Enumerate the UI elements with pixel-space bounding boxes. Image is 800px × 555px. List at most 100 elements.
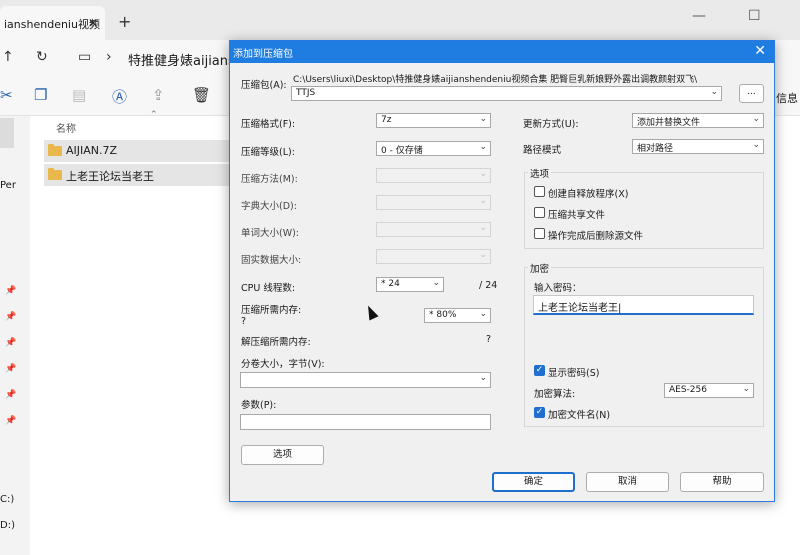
level-value: 0 - 仅存储 — [381, 146, 423, 156]
delete-after-label[interactable]: 操作完成后删除源文件 — [548, 228, 643, 242]
column-header-name[interactable]: 名称 — [56, 120, 76, 135]
close-icon[interactable]: ✕ — [754, 43, 766, 59]
pin-icon: 📌 — [5, 416, 17, 426]
decompress-memory-value: ? — [486, 334, 492, 345]
cancel-button[interactable]: 取消 — [586, 472, 669, 492]
show-password-label[interactable]: 显示密码(S) — [548, 365, 599, 379]
encryption-group-title: 加密 — [528, 261, 552, 275]
explorer-titlebar: ianshendeniu视频 ✕ + — ☐ — [0, 0, 800, 40]
new-tab-button[interactable]: + — [118, 12, 131, 31]
memory-usage-value: * 80% — [429, 310, 457, 320]
shared-files-checkbox[interactable] — [534, 207, 545, 218]
file-name: 上老王论坛当老王 — [66, 170, 154, 183]
folder-icon — [48, 168, 62, 180]
parameters-label: 参数(P): — [241, 400, 277, 411]
encryption-method-select[interactable]: AES-256 ⌄ — [664, 383, 754, 398]
cut-icon[interactable]: ✂ — [0, 86, 13, 104]
shared-files-label[interactable]: 压缩共享文件 — [548, 207, 605, 221]
copy-icon[interactable]: ❐ — [34, 86, 47, 104]
share-icon[interactable]: ⇪ — [152, 86, 165, 104]
update-mode-label: 更新方式(U): — [523, 119, 579, 130]
ok-button[interactable]: 确定 — [492, 472, 575, 492]
refresh-icon[interactable]: ↻ — [36, 49, 48, 65]
paste-icon[interactable]: ▤ — [72, 86, 86, 104]
nav-selected-item[interactable] — [0, 118, 14, 148]
chevron-down-icon: ⌄ — [479, 223, 487, 233]
minimize-button[interactable]: — — [692, 8, 706, 24]
arrow-up-icon[interactable]: ↑ — [2, 49, 14, 65]
browse-button[interactable]: ... — [739, 84, 764, 103]
archive-name-value: TTJS — [296, 88, 316, 98]
encrypt-names-label[interactable]: 加密文件名(N) — [548, 407, 610, 421]
chevron-down-icon: ⌄ — [479, 196, 487, 206]
add-to-archive-dialog: 添加到压缩包 ✕ 压缩包(A): C:\Users\liuxi\Desktop\… — [229, 40, 775, 502]
chevron-down-icon: ⌄ — [742, 384, 750, 394]
format-label: 压缩格式(F): — [241, 119, 296, 130]
level-select[interactable]: 0 - 仅存储 ⌄ — [376, 141, 491, 156]
options-button[interactable]: 选项 — [241, 445, 324, 465]
solid-size-label: 固实数据大小: — [241, 255, 302, 266]
chevron-down-icon: ⌄ — [479, 114, 487, 124]
path-mode-select[interactable]: 相对路径 ⌄ — [632, 139, 764, 154]
cpu-threads-label: CPU 线程数: — [241, 283, 296, 294]
update-mode-select[interactable]: 添加并替换文件 ⌄ — [632, 113, 764, 128]
explorer-tab[interactable]: ianshendeniu视频 ✕ — [0, 6, 105, 40]
method-label: 压缩方法(M): — [241, 174, 298, 185]
word-size-select[interactable]: ⌄ — [376, 222, 491, 237]
memory-usage-select[interactable]: * 80% ⌄ — [424, 308, 491, 323]
cpu-threads-value: * 24 — [381, 279, 400, 289]
path-mode-value: 相对路径 — [637, 144, 674, 154]
chevron-down-icon: ⌄ — [752, 114, 760, 124]
method-select[interactable]: ⌄ — [376, 168, 491, 183]
memory-label: 压缩所需内存: — [241, 305, 302, 316]
dict-size-label: 字典大小(D): — [241, 201, 297, 212]
file-row[interactable]: AIJIAN.7Z — [44, 140, 230, 162]
archive-name-combo[interactable]: TTJS ⌄ — [291, 86, 722, 101]
nav-drive-d[interactable]: D:) — [0, 520, 15, 531]
pin-icon: 📌 — [5, 312, 17, 322]
tab-close-icon[interactable]: ✕ — [88, 16, 98, 30]
parameters-input[interactable] — [240, 414, 491, 430]
nav-drive-c[interactable]: C:) — [0, 494, 14, 505]
solid-size-select[interactable]: ⌄ — [376, 249, 491, 264]
help-button[interactable]: 帮助 — [680, 472, 764, 492]
chevron-down-icon: ⌄ — [479, 142, 487, 152]
cpu-threads-select[interactable]: * 24 ⌄ — [376, 277, 444, 292]
sort-caret-icon: ⌃ — [150, 110, 158, 120]
encryption-method-value: AES-256 — [669, 385, 707, 395]
password-input[interactable]: 上老王论坛当老王| — [533, 295, 754, 315]
monitor-icon[interactable]: ▭ — [78, 49, 91, 65]
update-mode-value: 添加并替换文件 — [637, 118, 701, 128]
maximize-button[interactable]: ☐ — [748, 8, 761, 24]
show-password-checkbox[interactable]: ✓ — [534, 365, 545, 376]
details-label[interactable]: 信息 — [776, 90, 798, 106]
chevron-down-icon: ⌄ — [479, 250, 487, 260]
volume-size-combo[interactable]: ⌄ — [240, 372, 491, 388]
delete-after-checkbox[interactable] — [534, 228, 545, 239]
file-row[interactable]: 上老王论坛当老王 — [44, 164, 230, 186]
password-value: 上老王论坛当老王| — [538, 303, 622, 314]
archive-label: 压缩包(A): — [241, 80, 287, 91]
chevron-down-icon: ⌄ — [752, 140, 760, 150]
format-value: 7z — [381, 115, 392, 125]
pin-icon: 📌 — [5, 286, 17, 296]
pin-icon: 📌 — [5, 338, 17, 348]
level-label: 压缩等级(L): — [241, 147, 295, 158]
chevron-down-icon: ⌄ — [479, 309, 487, 319]
chevron-down-icon: ⌄ — [710, 87, 718, 97]
decompress-memory-label: 解压缩所需内存: — [241, 337, 311, 348]
rename-icon[interactable]: Ⓐ — [112, 86, 127, 107]
breadcrumb-chevron-icon[interactable]: › — [106, 49, 112, 65]
sfx-checkbox[interactable] — [534, 186, 545, 197]
chevron-down-icon: ⌄ — [479, 373, 487, 383]
folder-icon — [48, 144, 62, 156]
dialog-title: 添加到压缩包 — [233, 49, 293, 60]
dict-size-select[interactable]: ⌄ — [376, 195, 491, 210]
delete-icon[interactable]: 🗑 — [192, 86, 211, 104]
encrypt-names-checkbox[interactable]: ✓ — [534, 407, 545, 418]
format-select[interactable]: 7z ⌄ — [376, 113, 491, 128]
nav-item-label[interactable]: Per — [0, 180, 16, 191]
pin-icon: 📌 — [5, 390, 17, 400]
sfx-label[interactable]: 创建自释放程序(X) — [548, 186, 628, 200]
memory-unknown: ? — [241, 316, 247, 327]
